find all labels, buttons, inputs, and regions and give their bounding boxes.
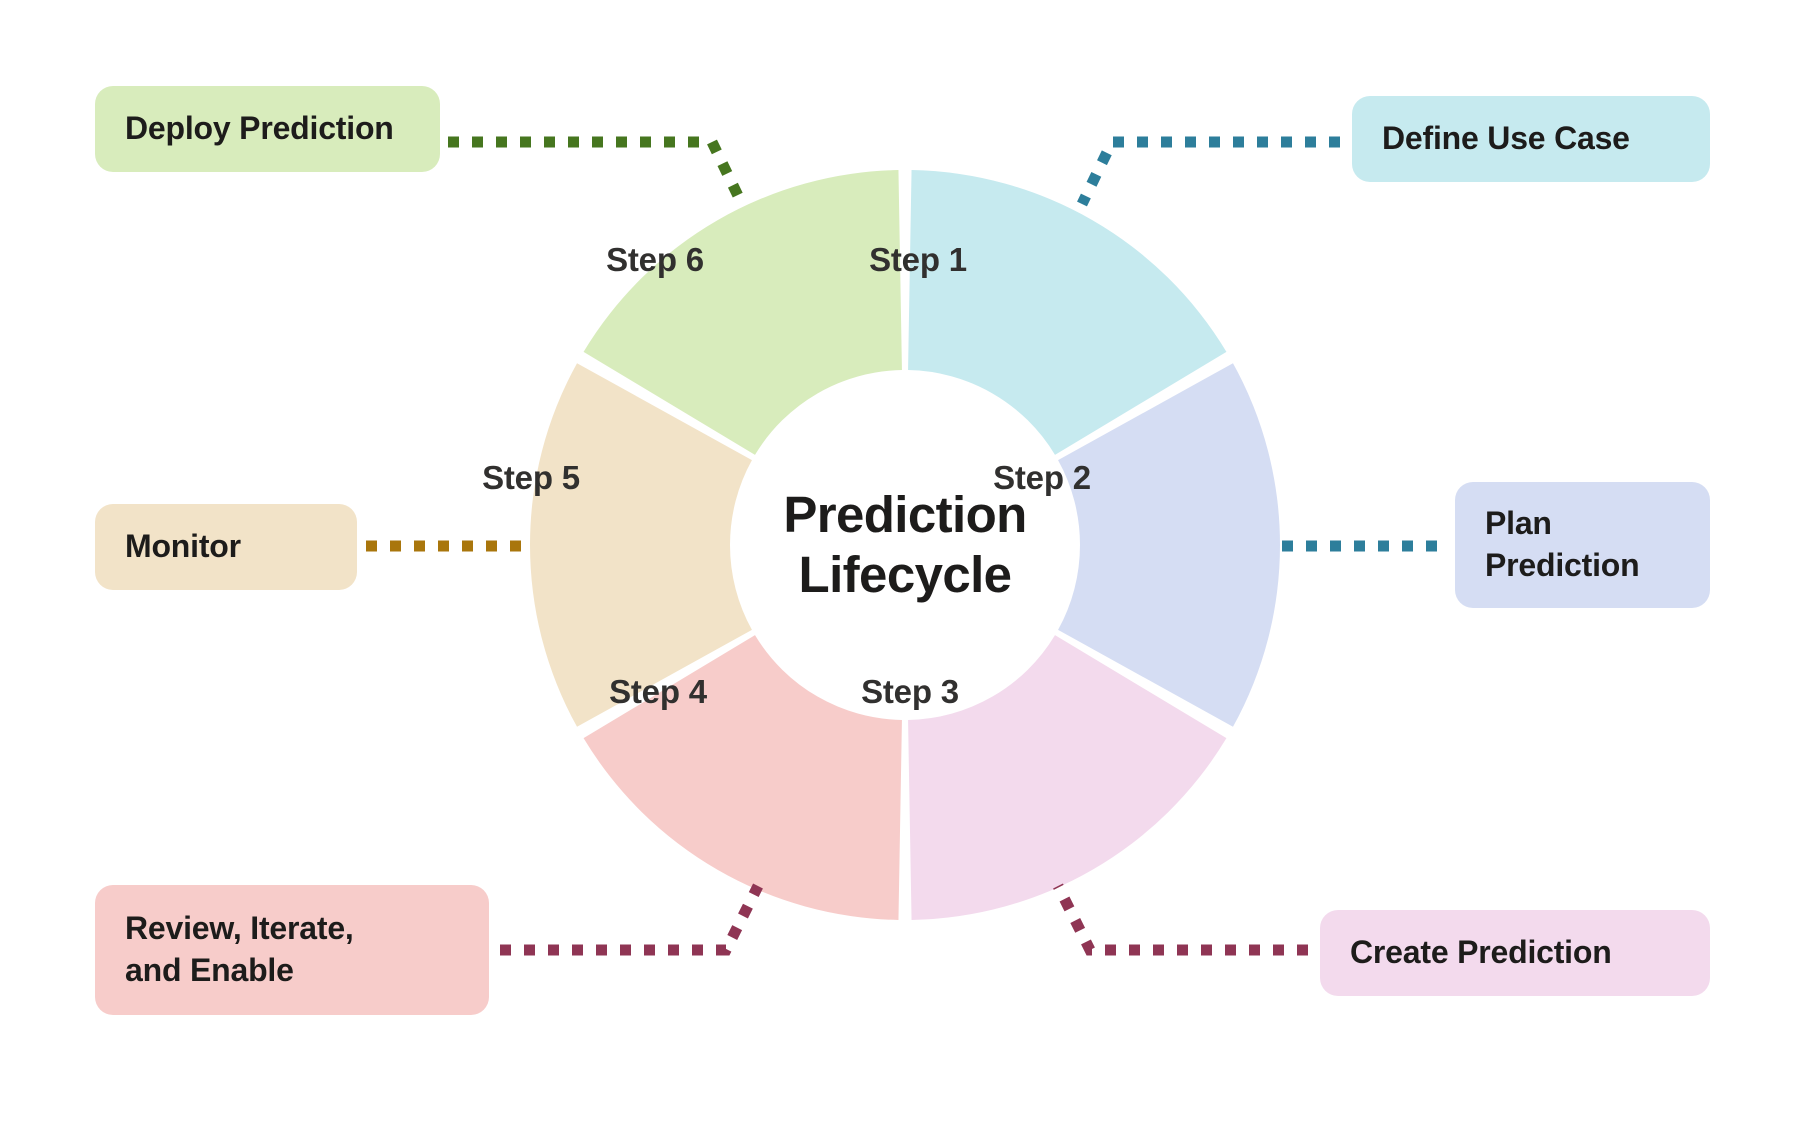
chip-label-plan-prediction: Plan Prediction <box>1485 505 1640 583</box>
chip-label-deploy-prediction: Deploy Prediction <box>125 110 394 147</box>
connector-review-iterate <box>500 883 763 956</box>
connector-create-prediction <box>1053 883 1308 956</box>
wheel-center-title: Prediction Lifecycle <box>783 485 1027 605</box>
chip-plan-prediction[interactable]: Plan Prediction <box>1455 482 1710 608</box>
chip-define-use-case[interactable]: Define Use Case <box>1352 96 1710 182</box>
chip-review-iterate-and-enable[interactable]: Review, Iterate, and Enable <box>95 885 489 1015</box>
connector-deploy-prediction <box>448 136 747 207</box>
chip-deploy-prediction[interactable]: Deploy Prediction <box>95 86 440 172</box>
chip-label-monitor: Monitor <box>125 528 241 565</box>
connector-define-use-case <box>1077 136 1340 207</box>
chip-label-review-iterate-and-enable: Review, Iterate, and Enable <box>125 910 354 988</box>
center-title-line1: Prediction <box>783 485 1027 543</box>
chip-create-prediction[interactable]: Create Prediction <box>1320 910 1710 996</box>
center-title-line2: Lifecycle <box>798 546 1013 603</box>
chip-label-create-prediction: Create Prediction <box>1350 934 1612 971</box>
chip-label-define-use-case: Define Use Case <box>1382 120 1630 157</box>
chip-monitor[interactable]: Monitor <box>95 504 357 590</box>
diagram-canvas: Step 1 Step 2 Step 3 Step 4 Step 5 Step 6 Pre… <box>0 0 1800 1121</box>
